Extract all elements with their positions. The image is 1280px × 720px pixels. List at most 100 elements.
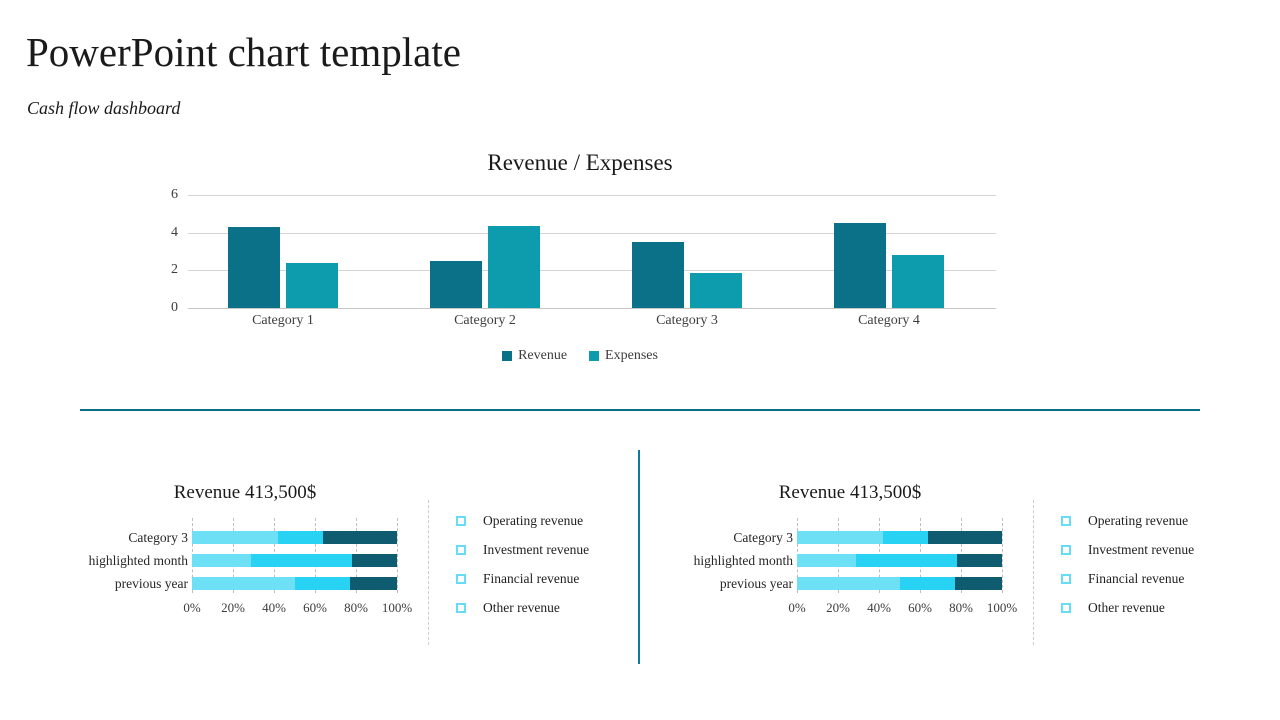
stacked-bar-row: [797, 554, 1002, 567]
bar-expenses: [690, 273, 742, 308]
legend-label: Operating revenue: [483, 512, 584, 528]
legend-separator: [428, 500, 430, 645]
stacked-bar-chart: Category 3 highlighted month previous year…: [665, 518, 1035, 638]
row-label: highlighted month: [88, 553, 188, 568]
legend-label: Financial revenue: [483, 570, 580, 586]
checkbox-icon[interactable]: [456, 515, 466, 526]
stacked-bar-row: [192, 531, 397, 544]
checkbox-icon[interactable]: [1061, 602, 1071, 613]
legend-item: Revenue: [502, 348, 567, 364]
stacked-bar-row: [192, 554, 397, 567]
revenue-panel-left: Revenue 413,500$ Category 3 highlighted m…: [60, 470, 630, 660]
row-label: previous year: [114, 576, 188, 591]
legend-label: Investment revenue: [483, 541, 590, 557]
x-tick-label: 60%: [908, 600, 932, 615]
page-subtitle: Cash flow dashboard: [27, 98, 181, 118]
panel-title: Revenue 413,500$: [173, 482, 317, 503]
section-divider: [80, 409, 1200, 411]
legend-label: Other revenue: [483, 599, 560, 615]
row-label: Category 3: [128, 530, 188, 545]
segment-investment: [883, 531, 929, 544]
bar-revenue: [834, 223, 886, 308]
legend-item[interactable]: Financial revenue: [456, 564, 636, 593]
category-label: Category 2: [454, 313, 516, 328]
y-tick-label: 2: [171, 262, 178, 278]
bar-revenue: [430, 260, 482, 308]
segment-operating: [192, 577, 295, 590]
category-labels: Category 3 highlighted month previous year: [60, 526, 188, 595]
plot-area: Category 1 Category 2 Category 3 Category 4: [188, 195, 996, 328]
stacked-bar-row: [797, 531, 1002, 544]
checkbox-icon[interactable]: [456, 544, 466, 555]
category-labels: Category 3 highlighted month previous year: [665, 526, 793, 595]
checkbox-icon[interactable]: [456, 573, 466, 584]
bar-revenue: [632, 242, 684, 308]
bar-group: Category 2: [430, 195, 540, 328]
panel-divider: [638, 450, 640, 664]
row-label: previous year: [719, 576, 793, 591]
x-tick-label: 40%: [867, 600, 891, 615]
segment-investment: [278, 531, 324, 544]
segment-operating: [797, 577, 900, 590]
segment-financial: [349, 577, 397, 590]
segment-financial: [928, 531, 1002, 544]
x-tick-label: 80%: [344, 600, 368, 615]
x-tick-label: 20%: [221, 600, 245, 615]
legend-item[interactable]: Operating revenue: [1061, 506, 1241, 535]
category-label: Category 3: [656, 313, 718, 328]
checkbox-icon[interactable]: [1061, 544, 1071, 555]
y-tick-label: 0: [171, 300, 178, 315]
chart-title: Revenue / Expenses: [487, 150, 673, 175]
gridline: [188, 308, 996, 309]
checkbox-icon[interactable]: [456, 602, 466, 613]
segment-operating: [192, 531, 279, 544]
legend-label: Financial revenue: [1088, 570, 1185, 586]
segment-financial: [351, 554, 397, 567]
gridline: [397, 518, 399, 593]
segment-financial: [956, 554, 1002, 567]
legend-label: Revenue: [518, 348, 568, 363]
legend-item[interactable]: Operating revenue: [456, 506, 636, 535]
x-tick-label: 20%: [826, 600, 850, 615]
x-tick-label: 0%: [788, 600, 806, 615]
row-label: highlighted month: [693, 553, 793, 568]
y-tick-label: 4: [171, 224, 178, 240]
stacked-bar-chart: Category 3 highlighted month previous year…: [60, 518, 430, 638]
legend-separator: [1033, 500, 1035, 645]
panel-legend: Operating revenue Investment revenue Finan…: [456, 506, 636, 622]
segment-operating: [797, 554, 857, 567]
legend-item[interactable]: Investment revenue: [456, 535, 636, 564]
bar-expenses: [892, 255, 944, 308]
bar-group: Category 4: [834, 195, 944, 328]
x-axis: 0% 20% 40% 60% 80% 100%: [182, 600, 412, 620]
bar-group: Category 3: [632, 195, 742, 328]
legend-label: Operating revenue: [1088, 512, 1189, 528]
x-axis: 0% 20% 40% 60% 80% 100%: [787, 600, 1017, 620]
segment-financial: [954, 577, 1002, 590]
segment-investment: [294, 577, 350, 590]
category-label: Category 1: [252, 313, 314, 328]
legend-item[interactable]: Other revenue: [1061, 593, 1241, 622]
x-tick-label: 60%: [303, 600, 327, 615]
legend-item[interactable]: Financial revenue: [1061, 564, 1241, 593]
legend-label: Other revenue: [1088, 599, 1165, 615]
legend-item: Expenses: [589, 348, 658, 364]
bar-group: Category 1: [228, 195, 338, 328]
legend-label: Investment revenue: [1088, 541, 1195, 557]
segment-operating: [797, 531, 884, 544]
y-axis: 0 2 4 6: [140, 188, 188, 315]
bar-expenses: [286, 262, 338, 308]
checkbox-icon[interactable]: [1061, 515, 1071, 526]
revenue-panel-right: Revenue 413,500$ Category 3 highlighted m…: [665, 470, 1235, 660]
stacked-bar-row: [797, 577, 1002, 590]
checkbox-icon[interactable]: [1061, 573, 1071, 584]
gridline: [1002, 518, 1004, 593]
category-label: Category 4: [858, 313, 920, 328]
revenue-expenses-chart: Revenue / Expenses 0246 Category 1 Catego…: [140, 148, 1020, 373]
x-tick-label: 0%: [183, 600, 201, 615]
legend-item[interactable]: Investment revenue: [1061, 535, 1241, 564]
legend-label: Expenses: [605, 348, 658, 363]
segment-investment: [899, 577, 955, 590]
bar-expenses: [488, 226, 540, 308]
legend-item[interactable]: Other revenue: [456, 593, 636, 622]
